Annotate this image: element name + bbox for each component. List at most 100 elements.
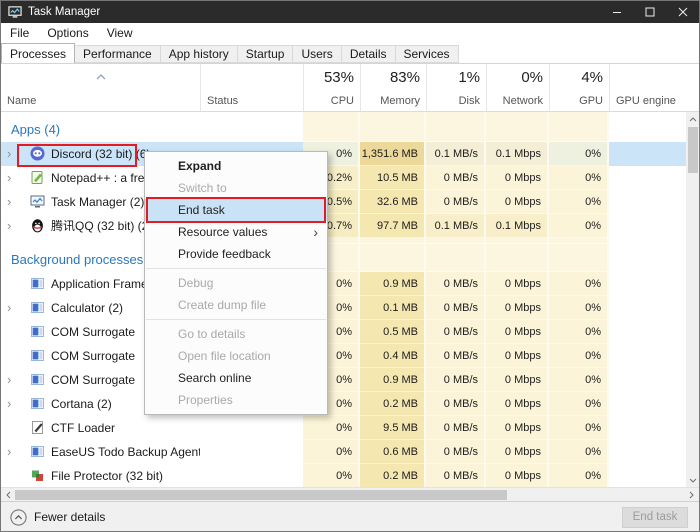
disk-cell: 0 MB/s	[426, 166, 486, 190]
tab-users[interactable]: Users	[293, 45, 341, 63]
chevron-right-icon[interactable]: ›	[7, 440, 19, 464]
memory-cell: 0.5 MB	[360, 320, 426, 344]
gpu-engine-cell	[609, 320, 687, 344]
column-header-network[interactable]: 0%Network	[486, 64, 549, 111]
gpu-engine-cell	[609, 464, 687, 487]
tab-app-history[interactable]: App history	[161, 45, 238, 63]
tab-startup[interactable]: Startup	[238, 45, 294, 63]
close-button[interactable]	[666, 1, 699, 23]
status-cell	[200, 416, 303, 440]
memory-cell: 0.4 MB	[360, 344, 426, 368]
chevron-right-icon[interactable]: ›	[7, 190, 19, 214]
network-cell: 0 Mbps	[486, 296, 549, 320]
process-name-label: COM Surrogate	[51, 344, 135, 368]
vertical-scrollbar[interactable]	[686, 112, 699, 487]
sort-ascending-icon	[96, 67, 106, 85]
chevron-right-icon[interactable]: ›	[7, 214, 19, 238]
gpu-engine-cell	[609, 166, 687, 190]
group-header-apps[interactable]: Apps (4)	[1, 112, 687, 142]
process-row[interactable]: CTF Loader0%9.5 MB0 MB/s0 Mbps0%	[1, 416, 687, 440]
end-task-button[interactable]: End task	[622, 507, 688, 528]
context-menu-item-provide-feedback[interactable]: Provide feedback	[145, 243, 327, 265]
context-menu-separator	[146, 268, 326, 269]
gpu-engine-cell	[609, 244, 687, 272]
column-header-gpu-engine[interactable]: GPU engine	[609, 64, 687, 111]
disk-cell: 0 MB/s	[426, 416, 486, 440]
process-row[interactable]: COM Surrogate0%0.5 MB0 MB/s0 Mbps0%	[1, 320, 687, 344]
context-menu-item-debug: Debug	[145, 272, 327, 294]
notepadpp-icon	[30, 170, 45, 185]
network-cell	[486, 244, 549, 272]
disk-cell	[426, 244, 486, 272]
context-menu-item-search-online[interactable]: Search online	[145, 367, 327, 389]
process-row[interactable]: ›Calculator (2)0%0.1 MB0 MB/s0 Mbps0%	[1, 296, 687, 320]
process-row[interactable]: ›COM Surrogate0%0.9 MB0 MB/s0 Mbps0%	[1, 368, 687, 392]
process-row[interactable]: COM Surrogate0%0.4 MB0 MB/s0 Mbps0%	[1, 344, 687, 368]
chevron-right-icon[interactable]: ›	[7, 166, 19, 190]
gpu-engine-cell	[609, 214, 687, 238]
process-row[interactable]: ›Task Manager (2)0.5%32.6 MB0 MB/s0 Mbps…	[1, 190, 687, 214]
maximize-button[interactable]	[633, 1, 666, 23]
process-row[interactable]: ›Notepad++ : a free (G0.2%10.5 MB0 MB/s0…	[1, 166, 687, 190]
context-menu-item-create-dump-file: Create dump file	[145, 294, 327, 316]
network-cell: 0.1 Mbps	[486, 214, 549, 238]
tab-services[interactable]: Services	[396, 45, 459, 63]
network-cell: 0 Mbps	[486, 368, 549, 392]
gpu-engine-cell	[609, 142, 687, 166]
menubar-item-view[interactable]: View	[98, 23, 142, 43]
group-header-background-processes[interactable]: Background processes	[1, 244, 687, 272]
chevron-up-circle-icon	[10, 509, 27, 526]
usage-percent-network: 0%	[521, 69, 543, 86]
process-list: Apps (4)›Discord (32 bit) (6)0%1,351.6 M…	[1, 112, 699, 487]
generic-icon	[30, 372, 45, 387]
chevron-right-icon[interactable]: ›	[7, 368, 19, 392]
column-header-memory[interactable]: 83%Memory	[360, 64, 426, 111]
scroll-left-icon[interactable]	[1, 488, 15, 501]
window-title: Task Manager	[28, 6, 100, 18]
process-name-label: File Protector (32 bit)	[51, 464, 163, 487]
process-row[interactable]: ›腾讯QQ (32 bit) (2)0.7%97.7 MB0.1 MB/s0.1…	[1, 214, 687, 238]
chevron-right-icon[interactable]: ›	[7, 142, 19, 166]
tab-performance[interactable]: Performance	[75, 45, 161, 63]
vertical-scrollbar-thumb[interactable]	[688, 127, 698, 173]
scroll-up-icon[interactable]	[686, 112, 699, 126]
column-header-disk[interactable]: 1%Disk	[426, 64, 486, 111]
column-header-status[interactable]: Status	[200, 64, 303, 111]
scroll-down-icon[interactable]	[686, 473, 699, 487]
process-row[interactable]: ›Discord (32 bit) (6)0%1,351.6 MB0.1 MB/…	[1, 142, 687, 166]
gpu-cell: 0%	[549, 416, 609, 440]
column-header-cpu[interactable]: 53%CPU	[303, 64, 360, 111]
status-bar: Fewer details End task	[1, 501, 699, 532]
process-row[interactable]: File Protector (32 bit)0%0.2 MB0 MB/s0 M…	[1, 464, 687, 487]
minimize-button[interactable]	[600, 1, 633, 23]
memory-cell: 32.6 MB	[360, 190, 426, 214]
horizontal-scrollbar-thumb[interactable]	[15, 490, 507, 500]
gpu-cell: 0%	[549, 142, 609, 166]
usage-label-cpu: CPU	[331, 95, 354, 107]
context-menu-item-expand[interactable]: Expand	[145, 155, 327, 177]
menubar-item-file[interactable]: File	[1, 23, 38, 43]
gpu-cell	[549, 112, 609, 142]
context-menu-item-end-task[interactable]: End task	[145, 199, 327, 221]
tab-details[interactable]: Details	[342, 45, 396, 63]
chevron-right-icon[interactable]: ›	[7, 392, 19, 416]
memory-cell: 10.5 MB	[360, 166, 426, 190]
process-row[interactable]: Application Frame Hos0%0.9 MB0 MB/s0 Mbp…	[1, 272, 687, 296]
fewer-details-toggle[interactable]: Fewer details	[10, 509, 105, 526]
process-row[interactable]: ›Cortana (2)0%0.2 MB0 MB/s0 Mbps0%	[1, 392, 687, 416]
network-cell: 0 Mbps	[486, 190, 549, 214]
column-header-gpu[interactable]: 4%GPU	[549, 64, 609, 111]
memory-cell: 0.9 MB	[360, 272, 426, 296]
scroll-right-icon[interactable]	[684, 488, 698, 501]
process-row[interactable]: ›EaseUS Todo Backup Agent App...0%0.6 MB…	[1, 440, 687, 464]
menubar-item-options[interactable]: Options	[38, 23, 97, 43]
gpu-cell: 0%	[549, 166, 609, 190]
memory-cell	[360, 112, 426, 142]
tab-processes[interactable]: Processes	[1, 43, 75, 63]
horizontal-scrollbar[interactable]	[1, 487, 699, 501]
disk-cell: 0 MB/s	[426, 392, 486, 416]
column-header-name[interactable]: Name	[1, 64, 200, 111]
chevron-right-icon[interactable]: ›	[7, 296, 19, 320]
context-menu-item-resource-values[interactable]: Resource values›	[145, 221, 327, 243]
gpu-cell	[549, 244, 609, 272]
